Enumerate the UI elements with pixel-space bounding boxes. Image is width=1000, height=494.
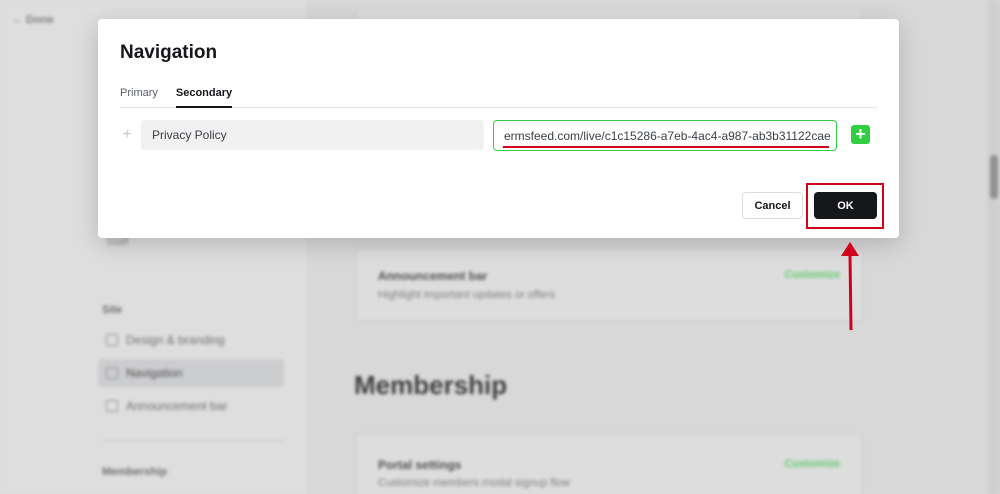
drag-handle-icon[interactable]: + [120, 127, 134, 143]
tab-primary[interactable]: Primary [120, 85, 158, 108]
tab-secondary[interactable]: Secondary [175, 85, 233, 108]
modal-title: Navigation [120, 42, 218, 63]
annotation-underline [503, 146, 829, 148]
cancel-button[interactable]: Cancel [742, 192, 803, 219]
add-item-button[interactable]: + [851, 125, 870, 144]
navigation-modal: Navigation Primary Secondary + ermsfeed.… [98, 19, 899, 238]
nav-label-input[interactable] [141, 120, 484, 150]
annotation-arrow-icon [841, 242, 859, 331]
navigation-tabs: Primary Secondary [120, 85, 877, 108]
ok-button[interactable]: OK [814, 192, 877, 219]
navigation-item-row: + ermsfeed.com/live/c1c15286-a7eb-4ac4-a… [120, 120, 877, 152]
